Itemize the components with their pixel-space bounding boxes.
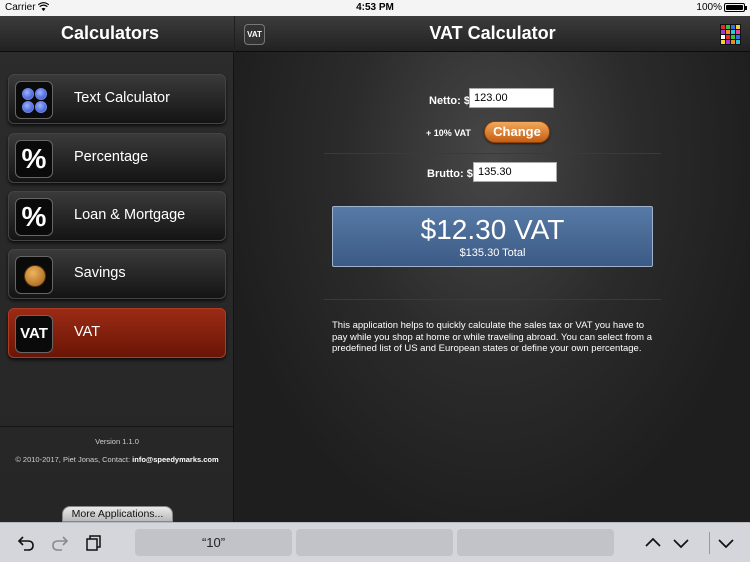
sidebar-item-label: Savings [74,265,126,281]
vat-rate-label: + 10% VAT [426,128,471,138]
grid-cell [731,40,735,44]
sidebar-item-label: Text Calculator [74,90,170,106]
coin-icon [15,256,53,294]
divider [324,299,661,300]
sidebar-item-label: VAT [74,324,101,340]
grid-cell [726,25,730,29]
redo-icon[interactable] [51,534,69,552]
grid-cell [726,40,730,44]
status-bar: Carrier 4:53 PM 100% [0,0,750,16]
grid-cell [731,35,735,39]
description-text: This application helps to quickly calcul… [332,320,653,354]
brutto-input[interactable]: 135.30 [473,162,557,182]
percent-icon: % [15,140,53,178]
divider [324,153,661,154]
grid-cell [721,30,725,34]
clock: 4:53 PM [356,2,394,13]
brutto-label: Brutto: $ [427,168,473,180]
app-grid-icon[interactable] [720,24,741,45]
sidebar-item-savings[interactable]: Savings [8,249,226,299]
vat-amount: $12.30 VAT [420,214,565,245]
sidebar-item-vat[interactable]: VAT VAT [8,308,226,358]
suggestion-2[interactable] [296,529,453,556]
contact-email-link[interactable]: info@speedymarks.com [132,455,219,464]
copyright-text: © 2010-2017, Piet Jonas, Contact: [15,455,131,464]
total-amount: $135.30 Total [459,247,526,259]
sidebar: Calculators Text Calculator % Percentage… [0,16,234,522]
sidebar-header: Calculators [0,16,234,52]
sidebar-item-label: Percentage [74,149,149,165]
main-header: VAT VAT Calculator [235,16,750,52]
grid-cell [736,30,740,34]
more-applications-button[interactable]: More Applications... [62,506,173,522]
grid-cell [736,35,740,39]
battery-percent: 100% [696,2,722,13]
grid-cell [726,30,730,34]
battery-icon [724,3,747,12]
sidebar-divider [0,426,234,427]
chevron-down-icon[interactable] [672,534,690,552]
grid-cell [731,25,735,29]
grid-cell [736,40,740,44]
dismiss-keyboard-icon[interactable] [717,534,735,552]
page-title: VAT Calculator [429,23,556,43]
change-vat-button[interactable]: Change [484,121,550,143]
paste-icon[interactable] [85,534,103,552]
sidebar-item-loan-mortgage[interactable]: % Loan & Mortgage [8,191,226,241]
netto-label: Netto: $ [429,95,470,107]
result-panel: $12.30 VAT $135.30 Total [332,206,653,267]
netto-input[interactable]: 123.00 [469,88,554,108]
grid-cell [731,30,735,34]
chevron-up-icon[interactable] [644,534,662,552]
vat-icon: VAT [15,315,53,353]
undo-icon[interactable] [17,534,35,552]
suggestion-3[interactable] [457,529,614,556]
percent-icon: % [15,198,53,236]
grid-cell [726,35,730,39]
sidebar-title: Calculators [60,23,160,43]
dots-icon [15,81,53,119]
sidebar-item-text-calculator[interactable]: Text Calculator [8,74,226,124]
grid-cell [721,35,725,39]
keyboard-toolbar: “10” [0,522,750,562]
copyright-label: © 2010-2017, Piet Jonas, Contact: info@s… [0,455,234,464]
grid-cell [721,40,725,44]
toolbar-separator [709,532,710,554]
main-panel: VAT VAT Calculator Netto: $ 123.00 + 10%… [235,16,750,522]
version-label: Version 1.1.0 [95,437,139,446]
grid-cell [736,25,740,29]
grid-cell [721,25,725,29]
suggestion-1[interactable]: “10” [135,529,292,556]
sidebar-item-label: Loan & Mortgage [74,207,186,223]
sidebar-item-percentage[interactable]: % Percentage [8,133,226,183]
